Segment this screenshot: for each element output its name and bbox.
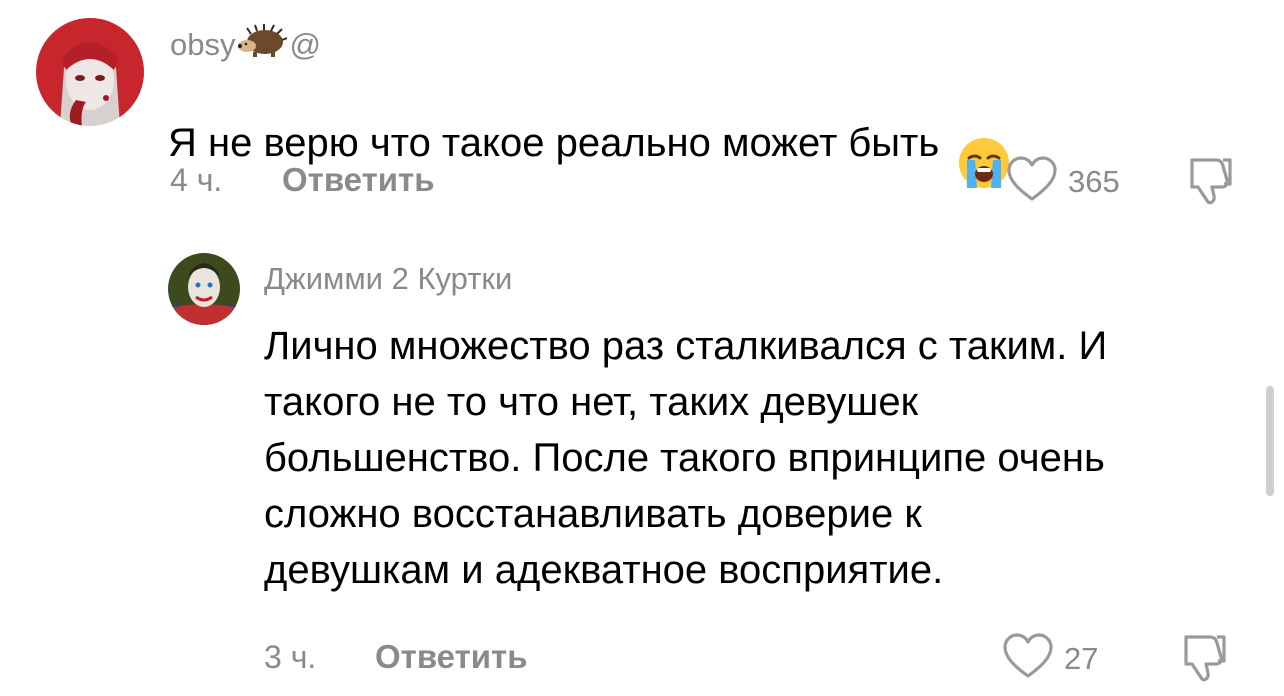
comment-timestamp: 3 ч. [264, 639, 317, 675]
username[interactable]: obsy @ [170, 24, 321, 66]
avatar[interactable] [168, 253, 240, 325]
like-button[interactable]: 27 [1002, 632, 1098, 685]
reply-button[interactable]: Ответить [375, 638, 528, 676]
comment-timestamp: 4 ч. [170, 162, 223, 198]
avatar[interactable] [36, 18, 144, 126]
like-count: 365 [1068, 163, 1120, 199]
dislike-button[interactable] [1186, 154, 1236, 211]
comment-text: Лично множество раз сталкивался с таким.… [264, 324, 1108, 592]
hedgehog-icon [237, 24, 288, 66]
username[interactable]: Джимми 2 Куртки [264, 261, 512, 297]
thumbs-down-icon [1186, 158, 1236, 210]
heart-icon [1002, 632, 1054, 685]
username-text: obsy [170, 27, 236, 62]
scrollbar[interactable] [1266, 386, 1274, 496]
comments-screen: obsy @ Я не верю что такое реально может… [0, 0, 1284, 696]
thumbs-down-icon [1180, 635, 1230, 687]
like-count: 27 [1064, 640, 1099, 676]
reply-button[interactable]: Ответить [282, 161, 435, 199]
username-suffix: @ [289, 27, 321, 62]
like-button[interactable]: 365 [1006, 155, 1120, 208]
dislike-button[interactable] [1180, 631, 1230, 688]
heart-icon [1006, 155, 1058, 208]
loudly-crying-face-icon [957, 80, 1011, 205]
username-text: Джимми 2 Куртки [264, 261, 513, 296]
